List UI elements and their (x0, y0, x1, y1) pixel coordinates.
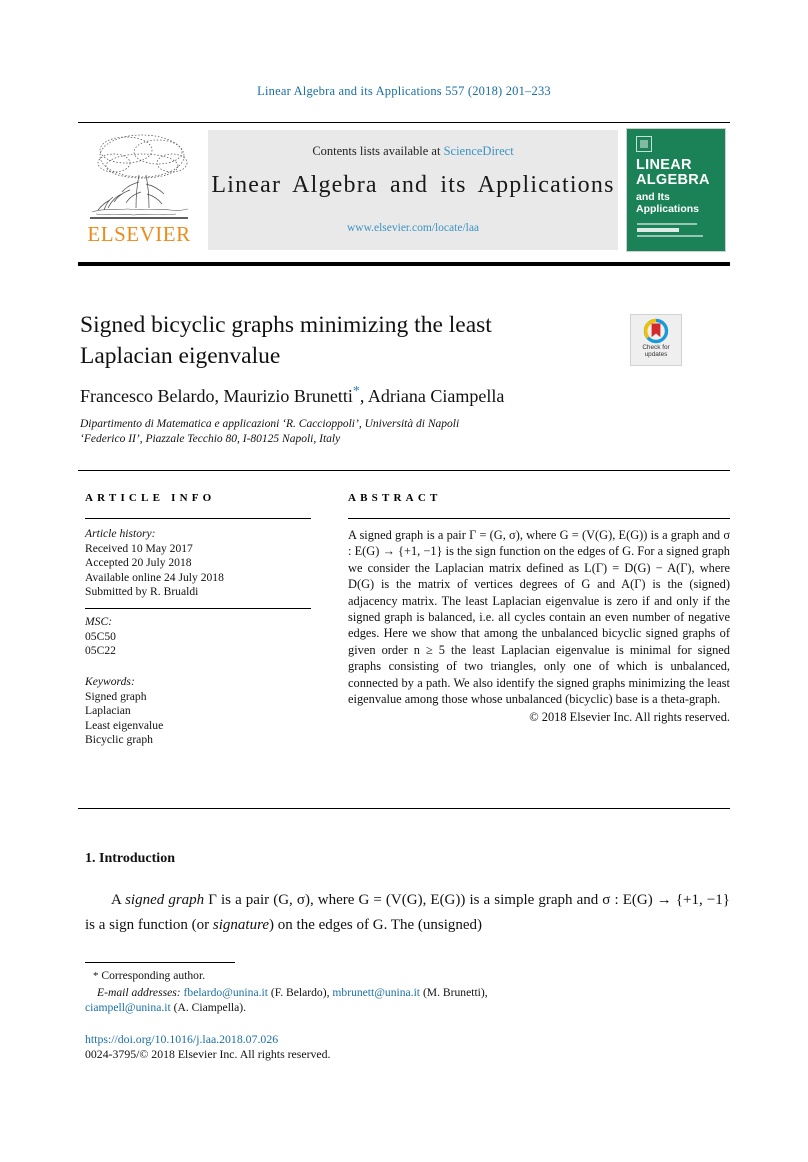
crossmark-badge[interactable]: Check for updates (630, 314, 682, 366)
crossmark-label-line2: updates (644, 351, 668, 359)
journal-url-link[interactable]: www.elsevier.com/locate/laa (208, 222, 618, 234)
email-owner-2: (A. Ciampella). (173, 1001, 247, 1015)
msc-separator-rule (85, 608, 311, 610)
paragraph-italic-2: signature (212, 917, 270, 933)
masthead-bottom-rule (78, 262, 730, 266)
paragraph-part-1: A (111, 892, 126, 908)
corresponding-author-marker: * (352, 384, 360, 399)
abstract-copyright: © 2018 Elsevier Inc. All rights reserved… (529, 710, 730, 725)
paper-page: Linear Algebra and its Applications 557 … (0, 0, 808, 1162)
cover-line-4: Applications (636, 203, 700, 215)
crossmark-label-line1: Check for (642, 344, 670, 351)
footnote-rule (85, 962, 235, 964)
cover-footer-marks (637, 223, 715, 243)
paragraph-part-3: ) on the edges of G. The (unsigned) (269, 917, 483, 933)
journal-title: Linear Algebra and its Applications (211, 172, 615, 198)
history-item-0: Received 10 May 2017 (85, 541, 193, 555)
keyword-0: Signed graph (85, 689, 147, 703)
author-list: Francesco Belardo, Maurizio Brunetti*, A… (80, 384, 680, 407)
doi-link[interactable]: https://doi.org/10.1016/j.laa.2018.07.02… (85, 1032, 278, 1047)
history-item-3: Submitted by R. Brualdi (85, 585, 199, 599)
running-head: Linear Algebra and its Applications 557 … (257, 84, 551, 98)
cover-line-1: LINEAR (636, 157, 692, 173)
abstract-body: A signed graph is a pair Γ = (G, σ), whe… (348, 528, 730, 707)
authors-main: Francesco Belardo, Maurizio Brunetti (80, 386, 353, 406)
issn-copyright-line: 0024-3795/© 2018 Elsevier Inc. All right… (85, 1047, 331, 1061)
crossmark-label: Check for updates (631, 344, 681, 359)
authors-tail: , Adriana Ciampella (359, 386, 505, 406)
msc-label: MSC: (85, 615, 113, 628)
section-heading-introduction: 1. Introduction (85, 851, 175, 866)
article-info-heading: ARTICLE INFO (85, 492, 216, 504)
affiliation: Dipartimento di Matematica e applicazion… (80, 417, 640, 447)
abstract-bottom-rule (78, 808, 730, 810)
cover-line-3: and Its (636, 191, 670, 203)
keyword-2: Least eigenvalue (85, 718, 164, 732)
corresponding-author-note: Corresponding author. (101, 969, 206, 982)
keywords-label: Keywords: (85, 675, 135, 688)
contents-available-line: Contents lists available at ScienceDirec… (208, 144, 618, 159)
footnote-block: * Corresponding author. E-mail addresses… (85, 968, 730, 1016)
abstract-text-block: A signed graph is a pair Γ = (G, σ), whe… (348, 527, 730, 726)
email-owner-1: (M. Brunetti), (422, 985, 488, 999)
article-history-label: Article history: (85, 527, 156, 540)
email-addresses-label: E-mail addresses: (97, 985, 181, 999)
email-link-0[interactable]: fbelardo@unina.it (184, 986, 268, 999)
introduction-paragraph: A signed graph Γ is a pair (G, σ), where… (85, 888, 730, 938)
affiliation-line-1: Dipartimento di Matematica e applicazion… (80, 418, 460, 430)
sciencedirect-link[interactable]: ScienceDirect (444, 144, 514, 158)
journal-cover-thumbnail: LINEAR ALGEBRA and Its Applications (626, 128, 726, 252)
abstract-rule (348, 518, 730, 520)
cover-publisher-icon (636, 136, 652, 152)
cover-line-2: ALGEBRA (636, 172, 710, 188)
contents-box: Contents lists available at ScienceDirec… (208, 130, 618, 250)
msc-item-1: 05C22 (85, 644, 116, 658)
article-info-rule (85, 518, 311, 520)
history-item-1: Accepted 20 July 2018 (85, 556, 192, 570)
keyword-3: Bicyclic graph (85, 733, 153, 747)
elsevier-wordmark: ELSEVIER (87, 222, 191, 246)
paragraph-italic-1: signed graph (125, 892, 205, 908)
history-item-2: Available online 24 July 2018 (85, 570, 224, 584)
email-link-1[interactable]: mbrunett@unina.it (332, 986, 420, 999)
abstract-heading: ABSTRACT (348, 492, 442, 504)
keywords-block: Keywords: Signed graph Laplacian Least e… (85, 675, 320, 748)
contents-prefix: Contents lists available at (312, 144, 444, 158)
article-history-block: Article history: Received 10 May 2017 Ac… (85, 527, 320, 600)
email-link-2[interactable]: ciampell@unina.it (85, 1001, 171, 1014)
affiliation-line-2: ‘Federico II’, Piazzale Tecchio 80, I-80… (80, 433, 341, 445)
elsevier-logo: ELSEVIER (80, 130, 198, 252)
crossmark-icon (643, 318, 669, 344)
footnote-star: * (93, 970, 99, 982)
email-owner-0: (F. Belardo), (270, 985, 330, 999)
msc-block: MSC: 05C50 05C22 (85, 615, 320, 659)
msc-item-0: 05C50 (85, 629, 116, 643)
journal-masthead: ELSEVIER Contents lists available at Sci… (78, 122, 730, 254)
masthead-top-rule (78, 122, 730, 124)
keyword-1: Laplacian (85, 704, 131, 718)
elsevier-tree-icon (90, 134, 189, 219)
page-title: Signed bicyclic graphs minimizing the le… (80, 312, 492, 369)
title-block-bottom-rule (78, 470, 730, 472)
